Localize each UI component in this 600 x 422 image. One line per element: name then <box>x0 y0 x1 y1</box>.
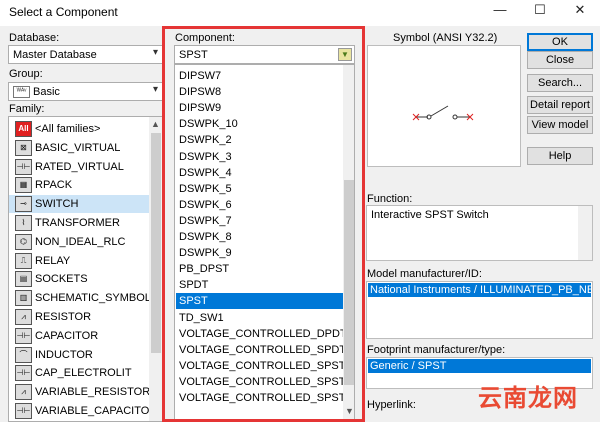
family-item-label: RELAY <box>35 254 71 267</box>
family-item[interactable]: ⌬ NON_IDEAL_RLC <box>9 233 149 251</box>
family-item-icon: ▥ <box>15 290 32 307</box>
family-item-icon: ⊣⊢ <box>15 158 32 175</box>
family-item-label: VARIABLE_RESISTOR <box>35 386 151 399</box>
family-item-label: TRANSFORMER <box>35 217 120 229</box>
database-label: Database: <box>9 32 60 44</box>
family-item-icon: ⊣⊢ <box>15 403 32 419</box>
function-label: Function: <box>367 193 413 205</box>
family-scrollbar[interactable]: ▲ <box>149 117 162 421</box>
family-item[interactable]: ⎍ RELAY <box>9 252 149 270</box>
family-item[interactable]: ⊠ BASIC_VIRTUAL <box>9 139 149 157</box>
family-item[interactable]: ⌇ TRANSFORMER <box>9 214 149 232</box>
hyperlink-label: Hyperlink: <box>367 399 416 411</box>
function-value: Interactive SPST Switch <box>371 209 489 221</box>
model-manufacturer-label: Model manufacturer/ID: <box>367 268 482 280</box>
detail-report-button[interactable]: Detail report <box>527 96 593 114</box>
family-item-icon: ⊣⊢ <box>15 327 32 344</box>
footprint-value[interactable]: Generic / SPST <box>368 359 591 373</box>
window-title: Select a Component <box>9 5 118 19</box>
maximize-icon[interactable]: ☐ <box>520 0 560 22</box>
family-item[interactable]: ▤ SOCKETS <box>9 270 149 288</box>
family-item-label: SWITCH <box>35 198 79 211</box>
family-list[interactable]: All <All families> ⊠ BASIC_VIRTUAL ⊣⊢ RATED_V… <box>8 116 163 422</box>
family-item-label: BASIC_VIRTUAL <box>35 141 121 154</box>
symbol-label: Symbol (ANSI Y32.2) <box>393 32 498 44</box>
select-component-dialog: Select a Component — ☐ ✕ Database: Maste… <box>0 0 600 422</box>
family-item-label: VARIABLE_CAPACITOR <box>35 405 158 417</box>
search-button[interactable]: Search... <box>527 74 593 92</box>
family-item[interactable]: ▦ RPACK <box>9 176 149 194</box>
family-item[interactable]: ⩘ RESISTOR <box>9 308 149 326</box>
family-item[interactable]: ⊸ SWITCH <box>9 195 149 214</box>
family-item-label: RATED_VIRTUAL <box>35 160 124 173</box>
database-select[interactable]: Master Database ▾ <box>8 45 163 64</box>
family-item-label: NON_IDEAL_RLC <box>35 235 126 248</box>
close-button[interactable]: Close <box>527 51 593 69</box>
group-label: Group: <box>9 68 43 80</box>
function-field: Interactive SPST Switch <box>366 205 593 261</box>
spst-switch-icon <box>412 105 474 121</box>
chevron-down-icon: ▾ <box>152 47 158 58</box>
chevron-down-icon: ▾ <box>152 84 158 95</box>
family-item-label: CAP_ELECTROLIT <box>35 367 132 380</box>
family-item[interactable]: ⊣⊢ VARIABLE_CAPACITOR <box>9 402 157 420</box>
family-item-label: CAPACITOR <box>35 329 99 342</box>
family-item-icon: All <box>15 121 32 137</box>
family-item-icon: ⌇ <box>15 215 32 231</box>
family-item-icon: ▤ <box>15 271 32 288</box>
minimize-icon[interactable]: — <box>480 0 520 22</box>
family-item[interactable]: ⌒ INDUCTOR <box>9 346 149 364</box>
family-item-label: <All families> <box>35 123 101 135</box>
group-select[interactable]: ᵂᴬᵛ Basic ▾ <box>8 82 163 101</box>
family-item-label: RESISTOR <box>35 311 92 323</box>
family-item-icon: ⌒ <box>15 346 32 363</box>
family-label: Family: <box>9 103 45 115</box>
family-item-label: INDUCTOR <box>35 348 93 361</box>
help-button[interactable]: Help <box>527 147 593 165</box>
family-item-label: SOCKETS <box>35 273 88 286</box>
family-item-icon: ⊣⊢ <box>15 365 32 382</box>
family-item-icon: ⊠ <box>15 139 32 156</box>
family-item[interactable]: ⩘ VARIABLE_RESISTOR <box>9 383 151 401</box>
family-item[interactable]: ⊣⊢ CAP_ELECTROLIT <box>9 364 149 382</box>
function-scrollbar[interactable] <box>578 206 592 260</box>
family-item-label: SCHEMATIC_SYMBOLS <box>35 292 159 305</box>
family-item-icon: ⌬ <box>15 233 32 250</box>
database-value: Master Database <box>13 49 97 61</box>
ok-button[interactable]: OK <box>527 33 593 51</box>
symbol-preview <box>367 45 521 167</box>
chevron-up-icon[interactable]: ▲ <box>151 119 160 129</box>
family-scroll-thumb[interactable] <box>151 133 161 353</box>
title-bar: Select a Component — ☐ ✕ <box>0 0 600 26</box>
footprint-label: Footprint manufacturer/type: <box>367 344 506 356</box>
family-item-icon: ⎍ <box>15 252 32 269</box>
family-item-icon: ⊸ <box>15 196 32 213</box>
red-highlight-frame <box>162 26 365 422</box>
family-item[interactable]: ▥ SCHEMATIC_SYMBOLS <box>9 289 158 307</box>
family-item[interactable]: ⊣⊢ CAPACITOR <box>9 327 149 345</box>
view-model-button[interactable]: View model <box>527 116 593 134</box>
watermark-logo: 云南龙网 <box>478 384 578 412</box>
family-item-icon: ▦ <box>15 177 32 194</box>
family-item-icon: ⩘ <box>15 384 32 401</box>
family-item-icon: ⩘ <box>15 309 32 325</box>
close-icon[interactable]: ✕ <box>560 0 600 22</box>
family-item[interactable]: ⊣⊢ RATED_VIRTUAL <box>9 158 149 176</box>
group-value: Basic <box>33 86 60 98</box>
wave-icon: ᵂᴬᵛ <box>13 86 30 98</box>
family-item-label: RPACK <box>35 179 73 192</box>
family-item[interactable]: All <All families> <box>9 120 149 138</box>
model-manufacturer-value[interactable]: National Instruments / ILLUMINATED_PB_NE… <box>368 283 591 297</box>
model-manufacturer-list[interactable]: National Instruments / ILLUMINATED_PB_NE… <box>366 281 593 339</box>
